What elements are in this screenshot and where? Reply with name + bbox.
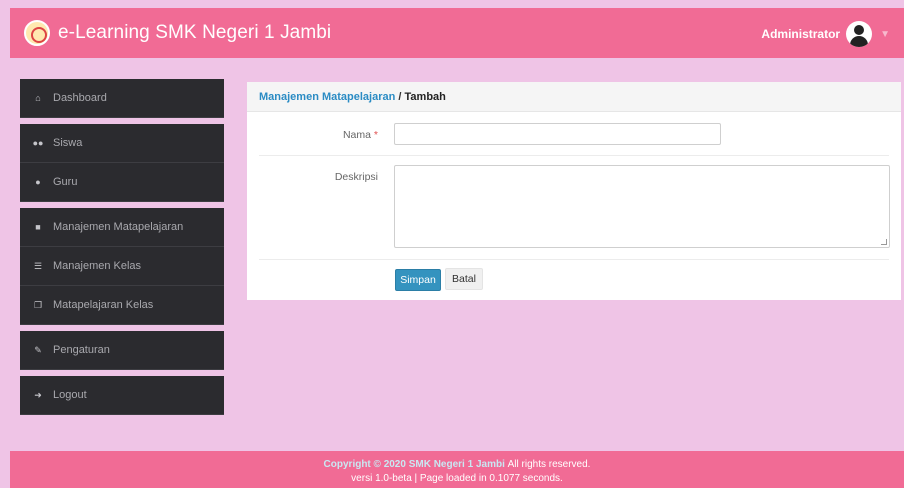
breadcrumb: Manajemen Matapelajaran / Tambah xyxy=(247,82,901,112)
sidebar-item-guru[interactable]: ● Guru xyxy=(20,163,224,202)
sidebar-item-label: Matapelajaran Kelas xyxy=(53,299,154,311)
avatar xyxy=(846,21,873,47)
copyright-text: Copyright © 2020 SMK Negeri 1 Jambi xyxy=(323,459,505,470)
divider xyxy=(259,259,889,260)
sidebar-item-logout[interactable]: ➜ Logout xyxy=(20,376,224,415)
sidebar-item-label: Pengaturan xyxy=(53,344,110,356)
list-icon: ☰ xyxy=(33,260,43,271)
user-icon: ● xyxy=(35,177,41,187)
wrench-icon: ✎ xyxy=(34,344,42,355)
sidebar-item-matapelajaran-kelas[interactable]: ❐ Matapelajaran Kelas xyxy=(20,286,224,325)
sidebar-item-label: Logout xyxy=(53,389,87,401)
breadcrumb-current: Tambah xyxy=(404,91,446,103)
book-icon: ■ xyxy=(35,222,41,232)
caret-down-icon: ▼ xyxy=(880,28,890,40)
sidebar-item-siswa[interactable]: ●● Siswa xyxy=(20,124,224,163)
nama-input[interactable] xyxy=(394,123,721,145)
sidebar-item-label: Guru xyxy=(53,176,78,188)
breadcrumb-link[interactable]: Manajemen Matapelajaran xyxy=(259,91,395,103)
deskripsi-label: Deskripsi xyxy=(334,171,378,183)
home-icon: ⌂ xyxy=(35,93,41,103)
sidebar-item-label: Manajemen Matapelajaran xyxy=(53,221,184,233)
top-navbar: e-Learning SMK Negeri 1 Jambi Administra… xyxy=(10,8,904,58)
nama-label-text: Nama xyxy=(342,129,371,141)
simpan-button[interactable]: Simpan xyxy=(395,269,441,291)
user-name: Administrator xyxy=(761,27,841,41)
nama-label: Nama * xyxy=(273,129,378,141)
rights-reserved-text: All rights reserved. xyxy=(507,459,591,470)
school-logo-icon xyxy=(24,20,50,46)
user-menu[interactable]: Administrator ▼ xyxy=(761,21,890,47)
footer-version-line: versi 1.0-beta | Page loaded in 0.1077 s… xyxy=(351,473,563,484)
form-panel: Manajemen Matapelajaran / Tambah Nama * … xyxy=(247,82,901,300)
deskripsi-textarea[interactable] xyxy=(394,165,890,248)
sign-out-icon: ➜ xyxy=(34,389,42,400)
sidebar-item-dashboard[interactable]: ⌂ Dashboard xyxy=(20,79,224,118)
divider xyxy=(259,155,889,156)
resize-handle-icon[interactable] xyxy=(881,239,887,245)
sidebar-item-manajemen-kelas[interactable]: ☰ Manajemen Kelas xyxy=(20,247,224,286)
copy-icon: ❐ xyxy=(33,299,43,310)
sidebar: ⌂ Dashboard ●● Siswa ● Guru ■ Manajemen … xyxy=(20,79,224,415)
required-mark: * xyxy=(373,129,378,141)
batal-button[interactable]: Batal xyxy=(445,268,483,290)
footer-copyright-line: Copyright © 2020 SMK Negeri 1 Jambi All … xyxy=(10,459,904,470)
sidebar-item-manajemen-matapelajaran[interactable]: ■ Manajemen Matapelajaran xyxy=(20,208,224,247)
users-icon: ●● xyxy=(32,138,44,148)
footer: Copyright © 2020 SMK Negeri 1 Jambi All … xyxy=(10,451,904,488)
sidebar-item-pengaturan[interactable]: ✎ Pengaturan xyxy=(20,331,224,370)
sidebar-item-label: Dashboard xyxy=(53,92,107,104)
app-title: e-Learning SMK Negeri 1 Jambi xyxy=(58,22,332,43)
breadcrumb-separator: / xyxy=(395,91,405,103)
sidebar-item-label: Siswa xyxy=(53,137,83,149)
brand[interactable]: e-Learning SMK Negeri 1 Jambi xyxy=(24,20,331,46)
sidebar-item-label: Manajemen Kelas xyxy=(53,260,142,272)
